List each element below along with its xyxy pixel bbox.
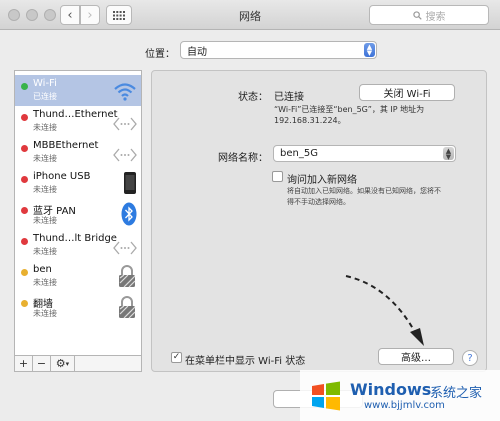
ethernet-icon	[113, 148, 137, 162]
service-item-wifi[interactable]: Wi-Fi 已连接	[15, 75, 141, 106]
watermark-brand: Windows	[350, 380, 432, 399]
gear-menu-button[interactable]: ⚙ ▾	[51, 356, 75, 371]
ethernet-icon	[113, 117, 137, 131]
status-label: 状态：	[238, 92, 268, 103]
search-icon	[412, 10, 422, 20]
service-name: Thund…lt Bridge	[33, 233, 117, 244]
watermark-cn: 系统之家	[430, 386, 483, 401]
service-list[interactable]: Wi-Fi 已连接 Thund…Ethernet 未连接 MBBEthernet…	[14, 70, 142, 356]
service-item-vpn-fanqiang[interactable]: 翻墙 未连接	[15, 292, 141, 323]
status-description-line1: “Wi-Fi”已连接至“ben_5G”，其 IP 地址为	[274, 105, 425, 114]
location-label: 位置：	[145, 49, 175, 60]
search-placeholder: 搜索	[425, 11, 446, 23]
service-status: 未连接	[33, 216, 57, 225]
lock-icon	[119, 296, 136, 319]
status-dot	[21, 300, 28, 307]
chevron-down-icon: ▾	[65, 359, 70, 368]
location-value: 自动	[187, 46, 207, 58]
ask-join-description-line2: 得不手动选择网络。	[287, 198, 350, 206]
bluetooth-icon	[121, 202, 137, 226]
service-status: 未连接	[33, 309, 57, 318]
service-item-mbbethernet[interactable]: MBBEthernet 未连接	[15, 137, 141, 168]
network-name-value: ben_5G	[280, 148, 318, 159]
service-name: Wi-Fi	[33, 78, 57, 89]
network-name-label: 网络名称：	[218, 153, 268, 164]
status-dot	[21, 207, 28, 214]
service-name: iPhone USB	[33, 171, 91, 182]
windows-logo-icon	[312, 381, 340, 411]
title-bar: ‹ › 网络 搜索	[0, 0, 500, 30]
service-item-vpn-ben[interactable]: ben 未连接	[15, 261, 141, 292]
search-input[interactable]: 搜索	[369, 5, 489, 25]
status-dot	[21, 83, 28, 90]
status-value: 已连接	[274, 92, 304, 103]
status-dot	[21, 176, 28, 183]
status-description-line2: 192.168.31.224。	[274, 116, 346, 125]
ask-join-description-line1: 将自动加入已知网络。如果没有已知网络，您将不	[287, 187, 441, 195]
service-status: 未连接	[33, 185, 57, 194]
status-dot	[21, 269, 28, 276]
status-dot	[21, 145, 28, 152]
service-list-toolbar: + − ⚙ ▾	[14, 356, 142, 372]
show-menubar-checkbox[interactable]: ✓	[171, 352, 182, 363]
gear-icon: ⚙	[55, 357, 66, 370]
checkmark-icon: ✓	[172, 352, 181, 362]
ask-join-label: 询问加入新网络	[287, 175, 357, 186]
wifi-icon	[114, 83, 136, 101]
annotation-arrow	[345, 275, 424, 346]
service-status: 未连接	[33, 278, 57, 287]
advanced-button[interactable]: 高级…	[378, 348, 454, 365]
help-button[interactable]: ?	[462, 350, 478, 366]
ask-join-checkbox[interactable]	[272, 171, 283, 182]
turn-off-wifi-button[interactable]: 关闭 Wi-Fi	[359, 84, 455, 101]
network-name-select[interactable]: ben_5G ▲ ▼	[273, 145, 456, 162]
service-item-thunderbolt-ethernet[interactable]: Thund…Ethernet 未连接	[15, 106, 141, 137]
remove-service-button[interactable]: −	[33, 356, 51, 371]
service-item-bluetooth-pan[interactable]: 蓝牙 PAN 未连接	[15, 199, 141, 230]
service-item-thunderbolt-bridge[interactable]: Thund…lt Bridge 未连接	[15, 230, 141, 261]
service-name: ben	[33, 264, 52, 275]
service-name: Thund…Ethernet	[33, 109, 118, 120]
add-service-button[interactable]: +	[15, 356, 33, 371]
watermark-url: www.bjjmlv.com	[364, 400, 445, 411]
service-item-iphone-usb[interactable]: iPhone USB 未连接	[15, 168, 141, 199]
iphone-icon	[124, 172, 136, 194]
status-dot	[21, 238, 28, 245]
lock-icon	[119, 265, 136, 288]
service-status: 未连接	[33, 247, 57, 256]
location-select[interactable]: 自动 ▲ ▼	[180, 41, 377, 59]
status-dot	[21, 114, 28, 121]
service-name: MBBEthernet	[33, 140, 99, 151]
updown-arrows-icon: ▲ ▼	[364, 43, 375, 57]
ethernet-icon	[113, 241, 137, 255]
updown-arrows-icon: ▲ ▼	[443, 147, 454, 160]
service-status: 已连接	[33, 92, 57, 101]
service-status: 未连接	[33, 123, 57, 132]
service-status: 未连接	[33, 154, 57, 163]
show-menubar-label: 在菜单栏中显示 Wi-Fi 状态	[185, 356, 306, 367]
